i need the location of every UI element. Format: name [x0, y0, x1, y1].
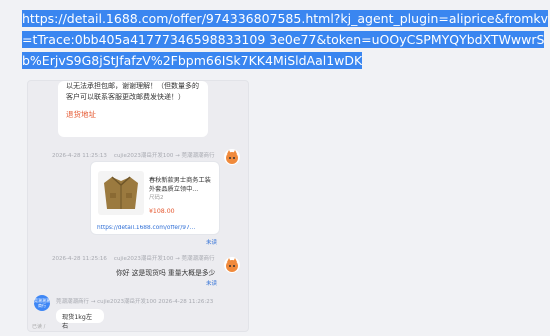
- notice-text: 以无法承担包邮，谢谢理解！（但数量多的客户可以联系客服更改邮费发快递！）: [66, 82, 199, 101]
- address-bar-url[interactable]: https://detail.1688.com/offer/9743368075…: [22, 8, 550, 71]
- read-indicator: 已读 /: [32, 324, 46, 330]
- product-link[interactable]: https://detail.1688.com/offer/97...: [97, 225, 215, 231]
- message-time: 2026-4-28 11:25:16: [52, 256, 107, 262]
- message-meta: 2026-4-28 11:25:13 cujie2023潮岳开发100 → 莞潮…: [52, 151, 214, 159]
- cat-avatar-icon: [226, 258, 238, 272]
- message-meta: 2026-4-28 11:25:16 cujie2023潮岳开发100 → 莞潮…: [52, 254, 214, 262]
- return-address-link[interactable]: 退货地址: [66, 109, 200, 120]
- product-price: ¥108.00: [149, 208, 175, 215]
- notice-bubble: 以无法承担包邮，谢谢理解！（但数量多的客户可以联系客服更改邮费发快递！） 退货地…: [58, 81, 208, 137]
- product-image[interactable]: [98, 171, 144, 215]
- jacket-icon: [104, 176, 138, 209]
- message-text: 现货1kg左右: [62, 314, 93, 330]
- shop-avatar-label: 莞潮潮潮商行: [34, 298, 50, 308]
- message-sender: cujie2023潮岳开发100 → 莞潮潮潮商行: [113, 153, 215, 159]
- cat-avatar-icon: [226, 150, 238, 164]
- url-text: https://detail.1688.com/offer/9743368075…: [22, 10, 549, 69]
- read-status: 未读: [206, 281, 218, 287]
- user-avatar[interactable]: [224, 257, 240, 273]
- user-avatar[interactable]: [224, 149, 240, 165]
- product-card[interactable]: 春秋新款男士商务工装外套品质立领中... 尺码2 ¥108.00 https:/…: [90, 161, 220, 235]
- chat-scrollbar[interactable]: [248, 291, 249, 325]
- message-sender: cujie2023潮岳开发100 → 莞潮潮潮商行: [113, 256, 215, 262]
- read-status: 未读: [206, 240, 218, 246]
- message-meta: 莞潮潮潮商行 → cujie2023潮岳开发100 2026-4-28 11:2…: [56, 299, 214, 305]
- shop-avatar[interactable]: 莞潮潮潮商行: [34, 295, 50, 311]
- message-bubble: 现货1kg左右: [56, 309, 104, 330]
- product-title: 春秋新款男士商务工装外套品质立领中...: [149, 177, 211, 193]
- product-spec: 尺码2: [149, 195, 164, 201]
- message-time: 2026-4-28 11:25:13: [52, 153, 107, 159]
- message-text: 你好 这是现货吗 重量大概是多少: [116, 269, 216, 277]
- chat-panel: 以无法承担包邮，谢谢理解！（但数量多的客户可以联系客服更改邮费发快递！） 退货地…: [27, 80, 249, 332]
